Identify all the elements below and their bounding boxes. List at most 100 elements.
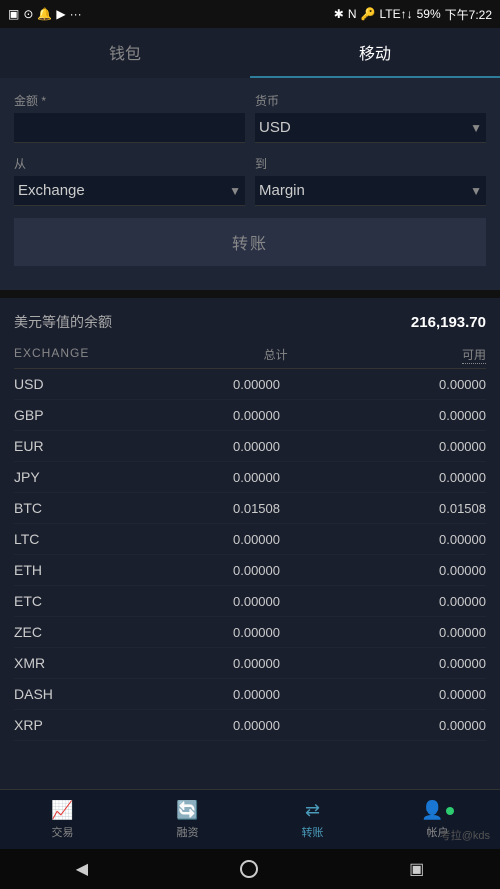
account-dot [446, 807, 454, 815]
total-cell: 0.00000 [180, 594, 280, 609]
amount-input[interactable] [14, 113, 245, 143]
table-row: ETH0.000000.00000 [14, 555, 486, 586]
from-group: 从 Exchange ▼ [14, 155, 245, 206]
total-cell: 0.00000 [180, 439, 280, 454]
currency-cell: BTC [14, 500, 74, 516]
available-cell: 0.00000 [386, 718, 486, 733]
finance-icon: 🔄 [176, 800, 198, 821]
table-row: DASH 0.00000 0.00000 [14, 679, 486, 710]
total-cell: 0.00000 [180, 656, 280, 671]
currency-cell: GBP [14, 407, 74, 423]
col-available-header: 可用 [462, 346, 486, 364]
dots: ··· [70, 7, 82, 21]
nfc-icon: N [348, 7, 357, 21]
amount-label: 金额 * [14, 92, 245, 109]
nav-finance[interactable]: 🔄 融资 [125, 790, 250, 849]
total-cell: 0.01508 [180, 501, 280, 516]
currency-group: 货币 USD ▼ [255, 92, 486, 143]
available-cell: 0.00000 [386, 408, 486, 423]
tab-move[interactable]: 移动 [250, 28, 500, 78]
nav-trade[interactable]: 📈 交易 [0, 790, 125, 849]
nav-transfer[interactable]: ⇄ 转账 [250, 790, 375, 849]
app-icon-2: ⊙ [23, 7, 33, 21]
available-cell: 0.00000 [386, 594, 486, 609]
to-label: 到 [255, 155, 486, 172]
exchange-rows: USD 0.00000 0.00000 GBP 0.00000 0.00000 EUR 0.0… [14, 369, 486, 741]
table-row: JPY0.000000.00000 [14, 462, 486, 493]
chevron-down-icon: ▼ [229, 184, 241, 198]
currency-cell: USD [14, 376, 74, 392]
status-right-icons: ✱ N 🔑 LTE↑↓ 59% 下午7:22 [334, 6, 492, 23]
total-cell: 0.00000 [180, 718, 280, 733]
from-to-row: 从 Exchange ▼ 到 Margin ▼ [14, 155, 486, 206]
currency-cell: ETH [14, 562, 74, 578]
currency-cell: DASH [14, 686, 74, 702]
clock: 下午7:22 [445, 6, 492, 23]
currency-label: 货币 [255, 92, 486, 109]
amount-group: 金额 * [14, 92, 245, 143]
battery-level: 59% [417, 7, 441, 21]
trade-icon: 📈 [51, 800, 73, 821]
currency-cell: ZEC [14, 624, 74, 640]
total-cell: 0.00000 [180, 377, 280, 392]
to-select[interactable]: Margin ▼ [255, 176, 486, 206]
total-cell: 0.00000 [180, 625, 280, 640]
total-cell: 0.00000 [180, 470, 280, 485]
table-row: ETC0.000000.00000 [14, 586, 486, 617]
from-select[interactable]: Exchange ▼ [14, 176, 245, 206]
available-cell: 0.00000 [386, 377, 486, 392]
transfer-icon: ⇄ [305, 800, 320, 821]
to-group: 到 Margin ▼ [255, 155, 486, 206]
transfer-btn-row: 转账 [14, 218, 486, 280]
account-icon: 👤 [421, 800, 453, 821]
currency-cell: EUR [14, 438, 74, 454]
play-icon: ▶ [56, 7, 65, 21]
back-button[interactable]: ◀ [76, 859, 88, 879]
total-cell: 0.00000 [180, 532, 280, 547]
table-row: BTC 0.01508 0.01508 [14, 493, 486, 524]
transfer-button[interactable]: 转账 [14, 218, 486, 266]
main-content: 金额 * 货币 USD ▼ 从 Exchange ▼ 到 [0, 78, 500, 789]
col-total-header: 总计 [264, 346, 288, 364]
chevron-down-icon: ▼ [470, 121, 482, 135]
available-cell: 0.00000 [386, 625, 486, 640]
currency-cell: XMR [14, 655, 74, 671]
form-area: 金额 * 货币 USD ▼ 从 Exchange ▼ 到 [0, 78, 500, 290]
chevron-down-icon: ▼ [470, 184, 482, 198]
status-left-icons: ▣ ⊙ 🔔 ▶ ··· [8, 7, 82, 21]
watermark: 考拉@kds [440, 827, 490, 843]
system-nav: ◀ ▣ [0, 849, 500, 889]
status-bar: ▣ ⊙ 🔔 ▶ ··· ✱ N 🔑 LTE↑↓ 59% 下午7:22 [0, 0, 500, 28]
balance-label: 美元等值的余额 [14, 312, 112, 332]
total-cell: 0.00000 [180, 563, 280, 578]
total-cell: 0.00000 [180, 687, 280, 702]
table-row: ZEC 0.00000 0.00000 [14, 617, 486, 648]
home-button[interactable] [240, 860, 258, 878]
table-row: XRP 0.00000 0.00000 [14, 710, 486, 741]
table-row: XMR 0.00000 0.00000 [14, 648, 486, 679]
table-row: USD 0.00000 0.00000 [14, 369, 486, 400]
amount-currency-row: 金额 * 货币 USD ▼ [14, 92, 486, 143]
key-icon: 🔑 [361, 7, 376, 21]
currency-cell: LTC [14, 531, 74, 547]
currency-select[interactable]: USD ▼ [255, 113, 486, 143]
from-label: 从 [14, 155, 245, 172]
table-row: LTC0.000000.00000 [14, 524, 486, 555]
currency-cell: JPY [14, 469, 74, 485]
exchange-section: EXCHANGE 总计 可用 USD 0.00000 0.00000 GBP 0.000… [0, 338, 500, 741]
available-cell: 0.01508 [386, 501, 486, 516]
available-cell: 0.00000 [386, 687, 486, 702]
table-row: EUR 0.00000 0.00000 [14, 431, 486, 462]
tab-wallet[interactable]: 钱包 [0, 28, 250, 78]
recent-button[interactable]: ▣ [409, 859, 424, 879]
available-cell: 0.00000 [386, 439, 486, 454]
table-row: GBP0.000000.00000 [14, 400, 486, 431]
exchange-title: EXCHANGE [14, 346, 89, 364]
balance-section: 美元等值的余额 216,193.70 [0, 296, 500, 338]
currency-cell: XRP [14, 717, 74, 733]
available-cell: 0.00000 [386, 656, 486, 671]
balance-value: 216,193.70 [411, 314, 486, 331]
signal-lte: LTE↑↓ [379, 7, 412, 21]
notification-icon: 🔔 [37, 7, 52, 21]
tab-header: 钱包 移动 [0, 28, 500, 78]
